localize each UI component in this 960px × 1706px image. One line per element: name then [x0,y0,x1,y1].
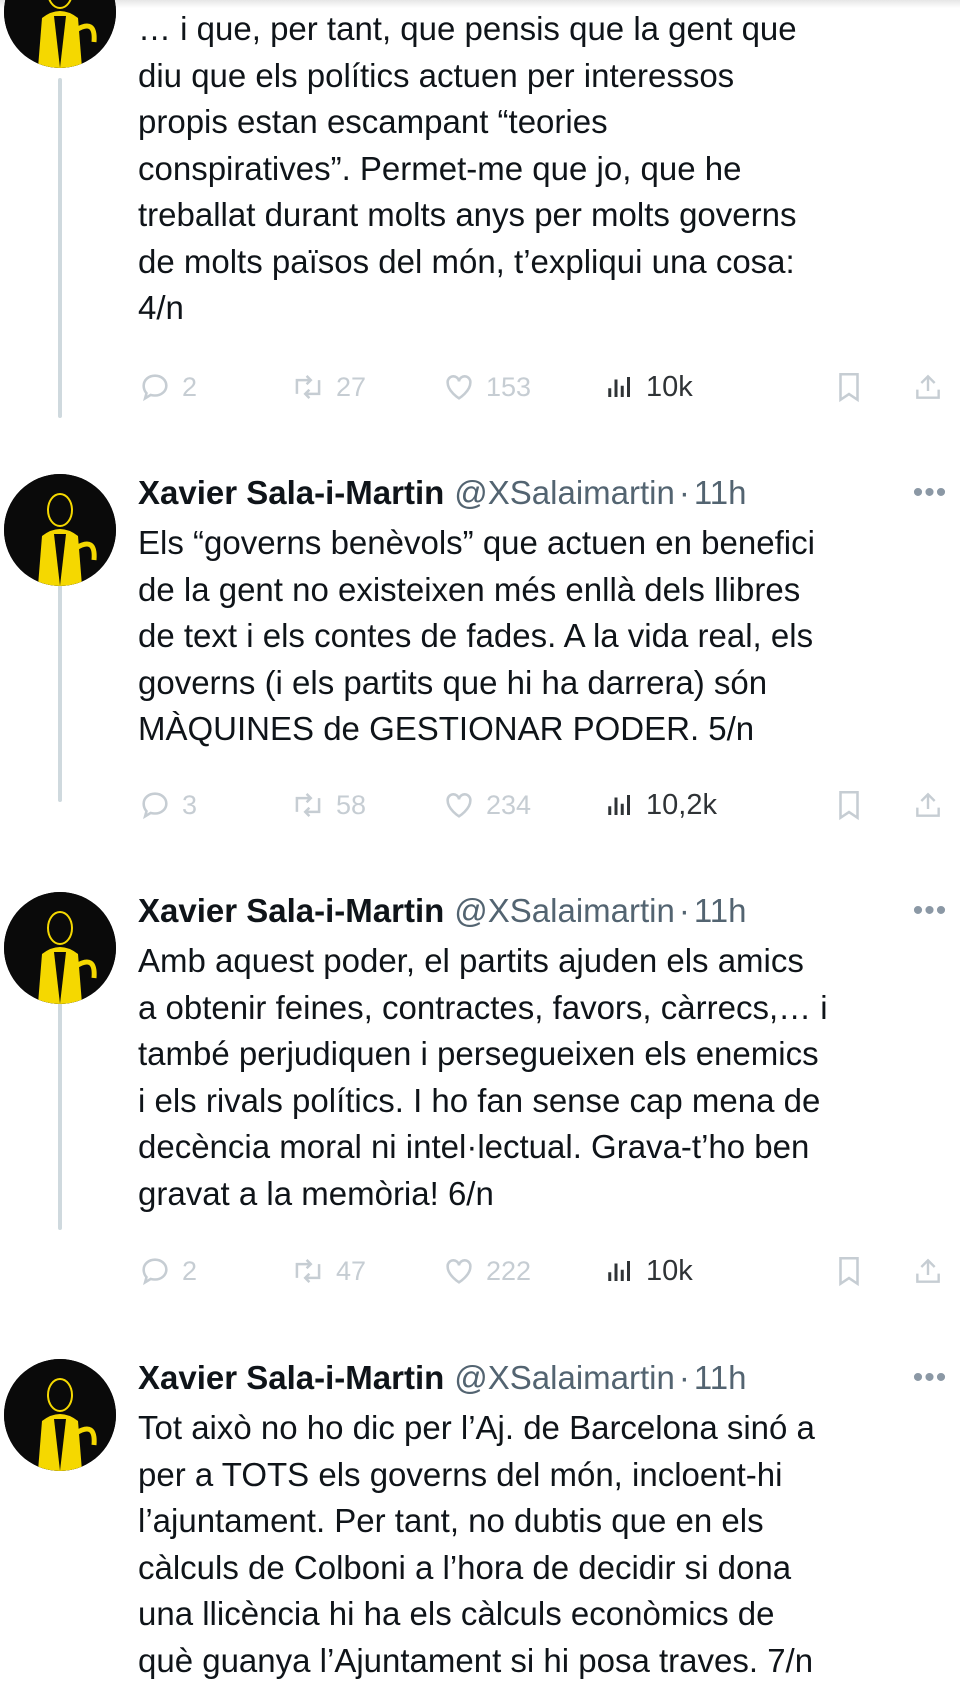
share-icon [916,1258,940,1283]
tweet-header: Xavier Sala-i-Martin @XSalaimartin · 11h [138,470,938,516]
avatar[interactable] [4,1359,116,1471]
like-button[interactable]: 234 [442,782,531,828]
repost-button[interactable]: 47 [290,1248,366,1294]
tweet[interactable]: Xavier Sala-i-Martin @XSalaimartin · 11h ••… [0,470,960,830]
tweet[interactable]: Xavier Sala-i-Martin @XSalaimartin · 11h ••… [0,888,960,1298]
heart-icon [446,793,472,818]
repost-button[interactable]: 27 [290,364,366,410]
share-icon [916,792,940,817]
tweet-text: Amb aquest poder, el partits ajuden els … [138,942,828,1212]
tweet[interactable]: … i que, per tant, que pensis que la gen… [0,0,960,420]
views-count: 10k [646,370,693,403]
separator: · [678,1359,690,1396]
more-options-button[interactable]: ••• [908,470,952,516]
author-handle[interactable]: @XSalaimartin [454,1359,675,1396]
separator: · [678,474,690,511]
tweet-actions: 2 47 222 10k [138,1248,948,1294]
views-button[interactable]: 10,2k [606,782,717,828]
heart-icon [446,1259,472,1284]
repost-count: 27 [336,371,367,402]
author-name[interactable]: Xavier Sala-i-Martin [138,1359,444,1396]
reply-count: 3 [182,789,198,820]
avatar[interactable] [4,892,116,1004]
views-icon [608,1261,630,1281]
reply-count: 2 [182,371,198,402]
like-button[interactable]: 222 [442,1248,531,1294]
tweet-text: Tot això no ho dic per l’Aj. de Barcelon… [138,1409,815,1679]
tweet-actions: 2 27 153 10k [138,364,948,410]
repost-count: 47 [336,1255,367,1286]
tweet-text: Els “governs benèvols” que actuen en ben… [138,524,815,747]
like-count: 222 [486,1255,532,1286]
like-button[interactable]: 153 [442,364,531,410]
bookmark-icon [839,372,859,403]
author-name[interactable]: Xavier Sala-i-Martin [138,474,444,511]
author-handle[interactable]: @XSalaimartin [454,892,675,929]
timestamp[interactable]: 11h [694,1359,747,1396]
avatar-image [4,892,116,1004]
reply-icon [142,1258,168,1286]
avatar-image [4,0,116,68]
views-icon [608,795,630,815]
like-count: 153 [486,371,532,402]
tweet-actions: 3 58 234 10,2k [138,782,948,828]
bookmark-icon [839,1256,859,1287]
tweet-header: Xavier Sala-i-Martin @XSalaimartin · 11h [138,888,938,934]
tweet[interactable]: Xavier Sala-i-Martin @XSalaimartin · 11h ••… [0,1355,960,1706]
author-name[interactable]: Xavier Sala-i-Martin [138,892,444,929]
timestamp[interactable]: 11h [694,892,747,929]
repost-icon [295,375,321,399]
repost-icon [295,1259,321,1283]
more-options-button[interactable]: ••• [908,1355,952,1401]
repost-button[interactable]: 58 [290,782,366,828]
repost-count: 58 [336,789,367,820]
avatar[interactable] [4,474,116,586]
views-count: 10,2k [646,788,717,821]
avatar[interactable] [4,0,116,68]
share-button[interactable] [912,782,944,828]
reply-button[interactable]: 2 [138,1248,197,1294]
more-options-button[interactable]: ••• [908,888,952,934]
timestamp[interactable]: 11h [694,474,747,511]
bookmark-button[interactable] [834,782,864,828]
views-button[interactable]: 10k [606,1248,693,1294]
share-button[interactable] [912,1248,944,1294]
tweet-header: Xavier Sala-i-Martin @XSalaimartin · 11h [138,1355,938,1401]
bookmark-button[interactable] [834,1248,864,1294]
heart-icon [446,375,472,400]
avatar-image [4,1359,116,1471]
avatar-image [4,474,116,586]
share-icon [916,374,940,399]
reply-icon [142,792,168,820]
views-button[interactable]: 10k [606,364,693,410]
views-icon [608,377,630,397]
repost-icon [295,793,321,817]
reply-icon [142,374,168,402]
author-handle[interactable]: @XSalaimartin [454,474,675,511]
reply-button[interactable]: 2 [138,364,197,410]
views-count: 10k [646,1254,693,1287]
share-button[interactable] [912,364,944,410]
reply-count: 2 [182,1255,198,1286]
like-count: 234 [486,789,532,820]
separator: · [678,892,690,929]
bookmark-icon [839,790,859,821]
bookmark-button[interactable] [834,364,864,410]
reply-button[interactable]: 3 [138,782,197,828]
tweet-text: … i que, per tant, que pensis que la gen… [138,10,797,326]
